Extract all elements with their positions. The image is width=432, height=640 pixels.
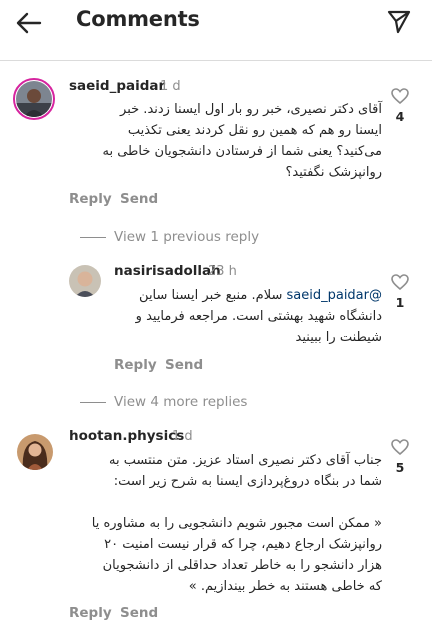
comment-line: ایسنا رو هم که همین رو نقل کردند یعنی تک…	[127, 123, 382, 138]
heart-icon[interactable]	[390, 437, 410, 457]
reply-item: nasirisadollah 23 h @saeid_paidar سلام. …	[0, 255, 432, 380]
comment-text: آقای دکتر نصیری، خبر رو بار اول ایسنا زد…	[102, 99, 382, 183]
send-button[interactable]: Send	[165, 357, 203, 373]
view-replies-line	[80, 402, 106, 403]
comment-line: شما در بنگاه دروغ‌پردازی ایسنا به شرح زی…	[113, 474, 382, 489]
reply-button[interactable]: Reply	[69, 605, 112, 621]
comment-time: 23 h	[208, 264, 237, 279]
comment-line: می‌کنید؟ یعنی شما از فرستادن دانشجویان خ…	[102, 144, 382, 159]
heart-icon[interactable]	[390, 272, 410, 292]
comment-text: جناب آقای دکتر نصیری استاد عزیز. متن منت…	[92, 450, 382, 597]
back-arrow-icon[interactable]	[14, 8, 44, 38]
comment-line: هزار دانشجو را به خاطر تعداد حداقلی از د…	[102, 558, 382, 573]
send-button[interactable]: Send	[120, 191, 158, 207]
like-count: 4	[395, 109, 405, 124]
comment-username[interactable]: hootan.physics	[69, 428, 184, 444]
view-previous-replies-link[interactable]: View 1 previous reply	[114, 229, 259, 245]
direct-send-icon[interactable]	[386, 9, 412, 35]
reply-button[interactable]: Reply	[114, 357, 157, 373]
header-divider	[0, 60, 432, 61]
like-count: 1	[395, 295, 405, 310]
comment-line: @saeid_paidar سلام. منبع خبر ایسنا ساین	[136, 285, 382, 306]
comment-line-text: سلام. منبع خبر ایسنا ساین	[139, 288, 283, 303]
comment-line: جناب آقای دکتر نصیری استاد عزیز. متن منت…	[109, 453, 382, 468]
like-count: 5	[395, 460, 405, 475]
avatar[interactable]	[17, 434, 53, 470]
comment-username[interactable]: saeid_paidar	[69, 78, 165, 94]
view-more-replies-link[interactable]: View 4 more replies	[114, 394, 247, 410]
comment-time: 1 d	[160, 79, 181, 94]
comment-line: که خاطی هستند به خطر بیندازیم. »	[188, 579, 382, 594]
comment-item: hootan.physics 1 d جناب آقای دکتر نصیری …	[0, 420, 432, 635]
comment-line	[92, 492, 382, 513]
page-title: Comments	[76, 7, 200, 31]
heart-icon[interactable]	[390, 86, 410, 106]
avatar[interactable]	[16, 81, 52, 117]
comment-line: « ممکن است مجبور شویم دانشجویی را به مشا…	[91, 516, 382, 531]
avatar[interactable]	[69, 265, 101, 297]
comment-time: 1 d	[172, 429, 193, 444]
header-bar: Comments	[0, 0, 432, 48]
comment-line: روانپزشک نگفتید؟	[285, 165, 382, 180]
comment-text: @saeid_paidar سلام. منبع خبر ایسنا ساین …	[136, 285, 382, 348]
reply-button[interactable]: Reply	[69, 191, 112, 207]
comment-item: saeid_paidar 1 d آقای دکتر نصیری، خبر رو…	[0, 62, 432, 222]
comment-line: شیطنت را ببینید	[295, 330, 382, 345]
comment-line: آقای دکتر نصیری، خبر رو بار اول ایسنا زد…	[120, 102, 382, 117]
mention-link[interactable]: @saeid_paidar	[287, 288, 383, 303]
comment-line: روانپزشک ارجاع دهیم، چرا که قرار نیست ام…	[104, 537, 382, 552]
view-replies-line	[80, 237, 106, 238]
comment-line: دانشگاه شهید بهشتی است. مراجعه فرمایید و	[135, 309, 382, 324]
comment-username[interactable]: nasirisadollah	[114, 263, 221, 279]
send-button[interactable]: Send	[120, 605, 158, 621]
